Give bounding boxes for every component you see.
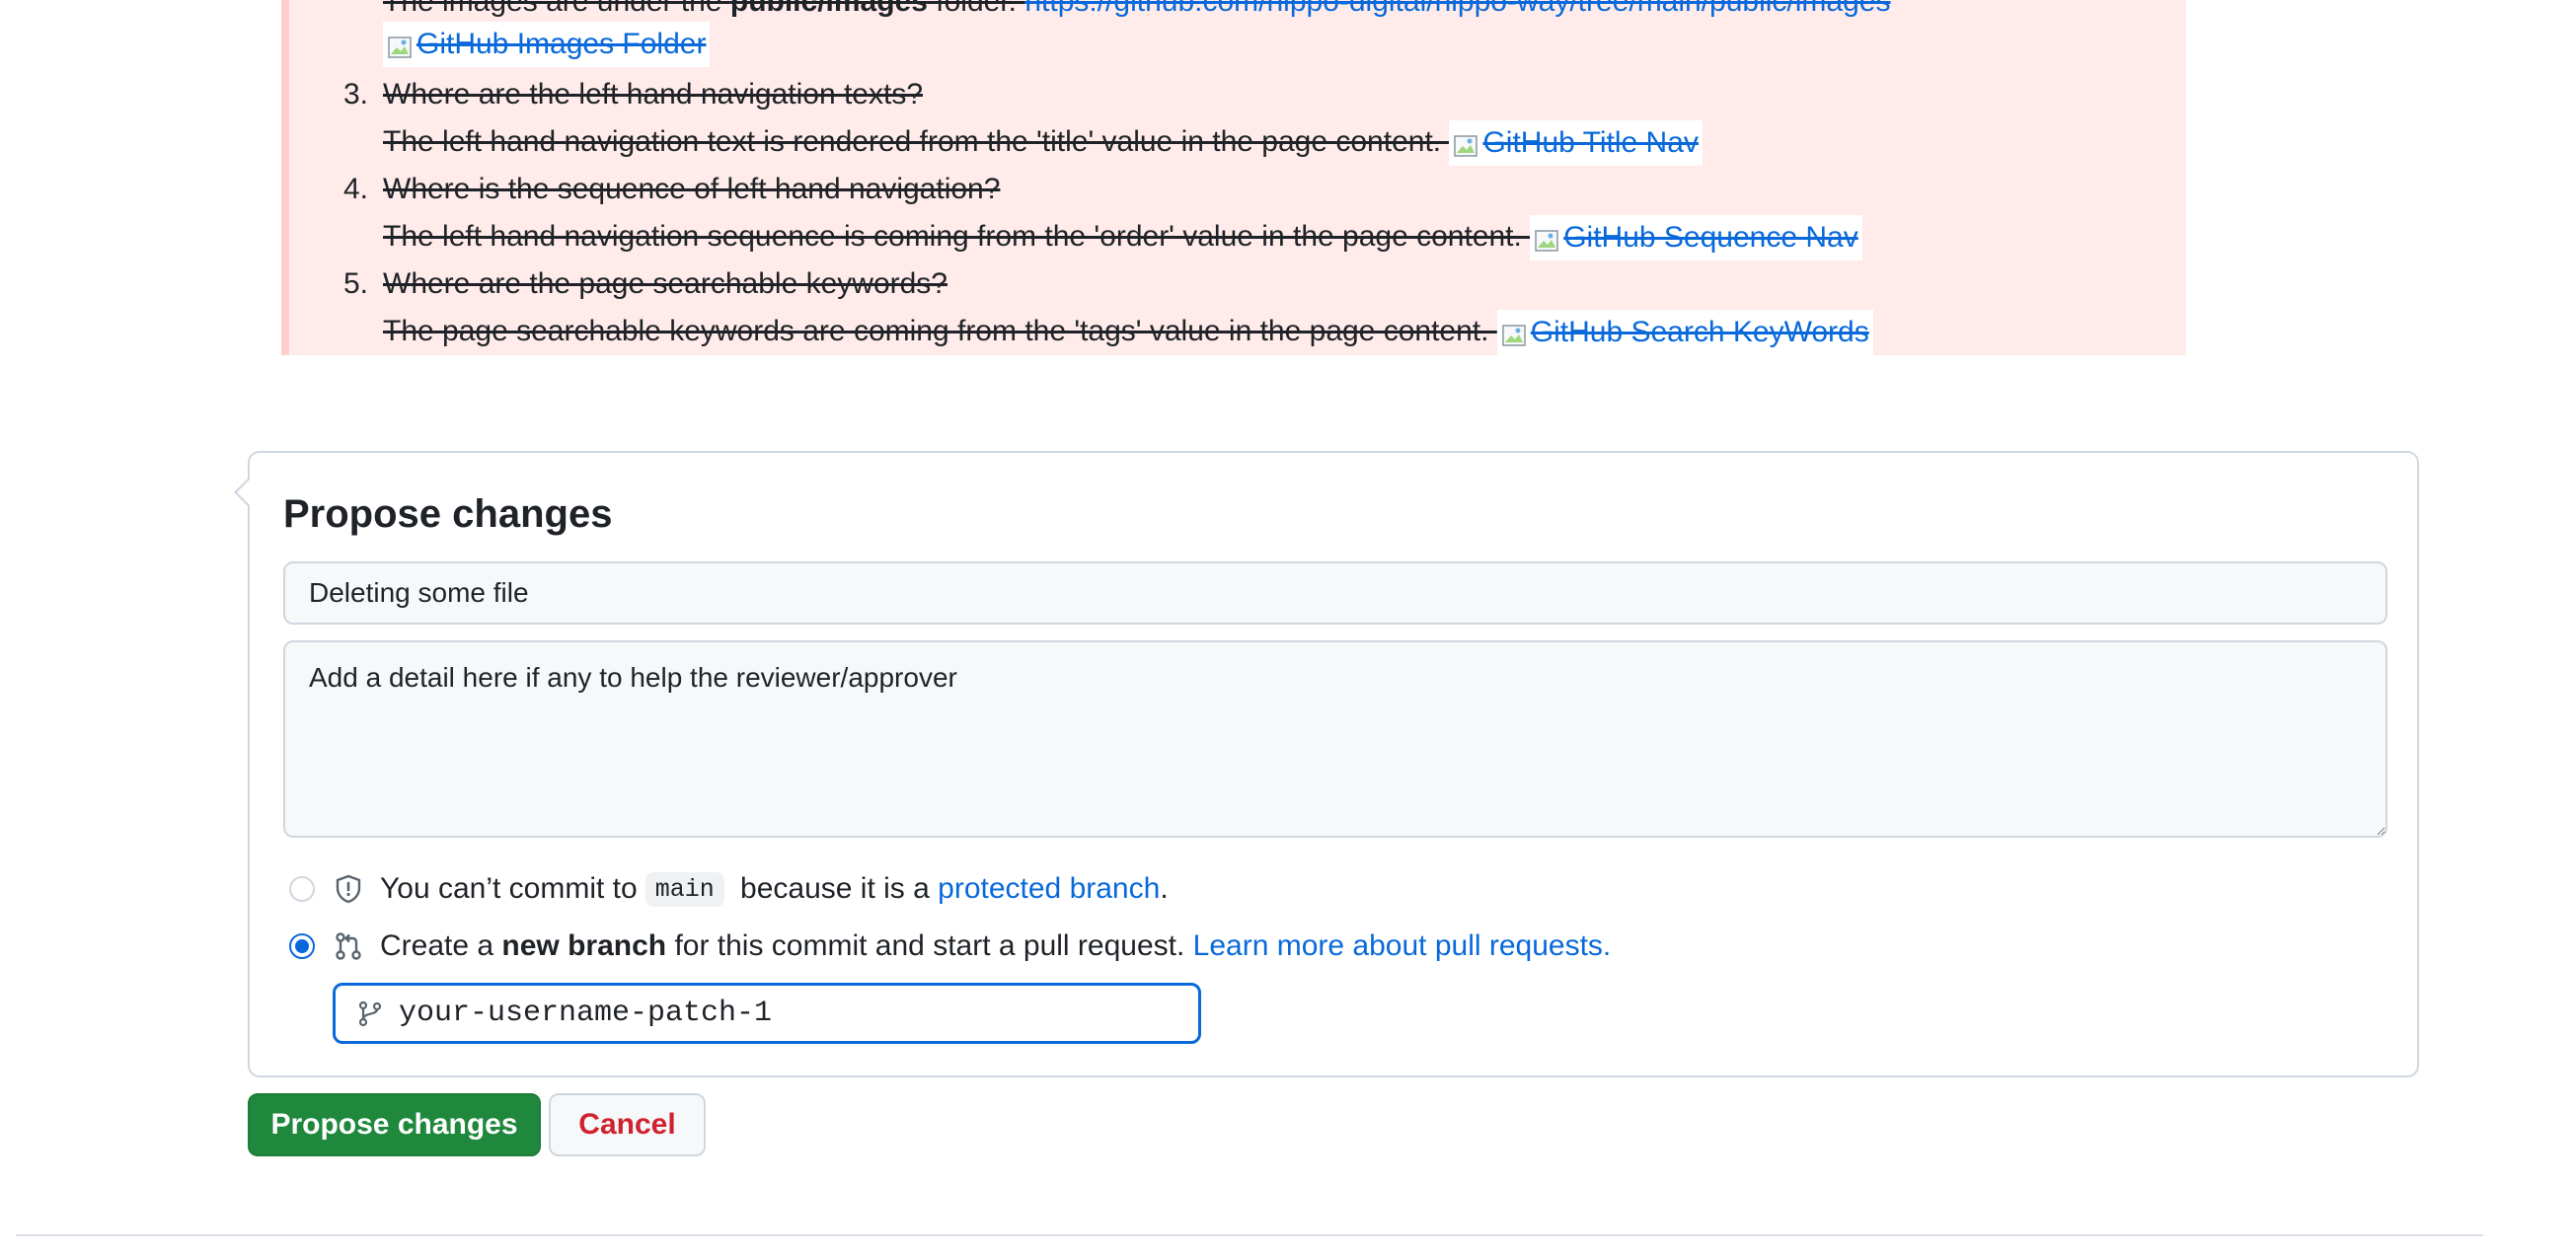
branch-name-input[interactable] xyxy=(399,997,1198,1030)
diff-line-images: The images are under the public/images f… xyxy=(383,0,1890,22)
panel-caret-inner xyxy=(237,479,251,506)
diff-answer-text: The page searchable keywords are coming … xyxy=(383,314,1497,347)
github-title-nav-image[interactable]: GitHub Title Nav xyxy=(1449,120,1703,166)
broken-image-icon xyxy=(1501,320,1527,346)
commit-to-main-radio[interactable] xyxy=(289,876,315,902)
diff-line-images-prefix: The images are under the xyxy=(383,0,730,18)
github-images-folder-alt: GitHub Images Folder xyxy=(417,28,707,60)
new-branch-option: Create a new branch for this commit and … xyxy=(289,926,1611,967)
diff-line-images-bold: public/images xyxy=(729,0,928,18)
list-number: 4. xyxy=(343,173,369,205)
shield-icon xyxy=(336,874,361,904)
propose-changes-button[interactable]: Propose changes xyxy=(248,1093,541,1156)
new-branch-prefix: Create a xyxy=(380,929,502,962)
diff-question: Where are the left hand navigation texts… xyxy=(383,78,924,111)
commit-to-main-option: You can’t commit to main because it is a… xyxy=(289,868,1169,910)
github-search-keywords-image[interactable]: GitHub Search KeyWords xyxy=(1496,310,1873,355)
diff-line-images-suffix: folder. xyxy=(927,0,1025,18)
list-number: 3. xyxy=(343,78,369,111)
github-sequence-nav-image[interactable]: GitHub Sequence Nav xyxy=(1530,215,1862,260)
new-branch-radio[interactable] xyxy=(289,933,315,959)
git-pull-request-icon xyxy=(336,932,361,960)
github-images-folder-image[interactable]: GitHub Images Folder xyxy=(383,22,711,67)
broken-image-icon xyxy=(1453,130,1478,157)
diff-question: Where are the page searchable keywords? xyxy=(383,267,947,300)
diff-line-images-folder-img: GitHub Images Folder xyxy=(383,22,711,67)
diff-answer: The page searchable keywords are coming … xyxy=(383,310,1873,355)
learn-more-pull-requests-link[interactable]: Learn more about pull requests. xyxy=(1193,929,1612,963)
footer-divider xyxy=(16,1234,2483,1236)
page: The images are under the public/images f… xyxy=(0,0,2576,1259)
github-search-keywords-alt: GitHub Search KeyWords xyxy=(1530,316,1869,348)
protected-suffix: . xyxy=(1160,872,1169,905)
broken-image-icon xyxy=(387,32,413,58)
protected-middle: because it is a xyxy=(731,872,939,905)
branch-name-field xyxy=(333,983,1201,1044)
diff-question: Where is the sequence of left hand navig… xyxy=(383,173,1001,205)
diff-answer-text: The left hand navigation sequence is com… xyxy=(383,219,1531,253)
github-title-nav-alt: GitHub Title Nav xyxy=(1482,126,1699,159)
propose-changes-panel: Propose changes You can’t commit to main… xyxy=(234,451,2419,1077)
list-number: 5. xyxy=(343,267,369,300)
protected-prefix: You can’t commit to xyxy=(380,872,638,905)
diff-answer: The left hand navigation sequence is com… xyxy=(383,215,1862,260)
diff-answer: The left hand navigation text is rendere… xyxy=(383,120,1703,166)
diff-answer-text: The left hand navigation text is rendere… xyxy=(383,124,1450,158)
commit-description-textarea[interactable] xyxy=(283,640,2387,838)
github-sequence-nav-alt: GitHub Sequence Nav xyxy=(1563,221,1858,254)
new-branch-middle: for this commit and start a pull request… xyxy=(666,929,1193,962)
git-branch-icon xyxy=(358,1000,382,1027)
propose-changes-title: Propose changes xyxy=(283,492,613,536)
main-branch-chip: main xyxy=(644,871,724,907)
commit-summary-input[interactable] xyxy=(283,561,2387,625)
new-branch-bold: new branch xyxy=(501,929,667,962)
broken-image-icon xyxy=(1534,225,1559,252)
images-folder-link[interactable]: https://github.com/hippo-digital/hippo-w… xyxy=(1024,0,1890,18)
cancel-button[interactable]: Cancel xyxy=(549,1093,706,1156)
protected-branch-link[interactable]: protected branch xyxy=(938,872,1160,906)
deleted-diff-block: The images are under the public/images f… xyxy=(281,0,2186,355)
